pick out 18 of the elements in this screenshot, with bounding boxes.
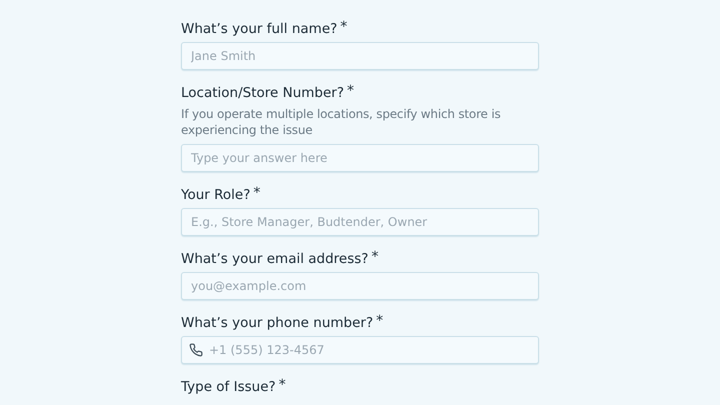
input-field[interactable]: E.g., Store Manager, Budtender, Owner bbox=[181, 208, 539, 236]
input-field[interactable]: you@example.com bbox=[181, 272, 539, 300]
help-text: If you operate multiple locations, specify which store is experiencing the issue bbox=[181, 106, 502, 138]
input-field[interactable]: Type your answer here bbox=[181, 144, 539, 172]
required-mark: * bbox=[371, 250, 378, 264]
question-label: What’s your phone number? bbox=[181, 314, 374, 333]
question-label: Type of Issue? bbox=[181, 378, 276, 397]
required-mark: * bbox=[376, 314, 384, 328]
required-mark: * bbox=[340, 20, 348, 34]
question-label: What’s your full name? bbox=[181, 20, 338, 39]
phone-field[interactable]: +1 (555) 123-4567 bbox=[181, 336, 539, 364]
question-label: Your Role? bbox=[181, 186, 250, 205]
required-mark: * bbox=[347, 84, 354, 98]
question-label: What’s your email address? bbox=[181, 250, 368, 269]
phone-icon bbox=[189, 343, 203, 357]
required-mark: * bbox=[253, 186, 260, 200]
required-mark: * bbox=[278, 378, 286, 392]
question-label: Location/Store Number? bbox=[181, 84, 344, 103]
